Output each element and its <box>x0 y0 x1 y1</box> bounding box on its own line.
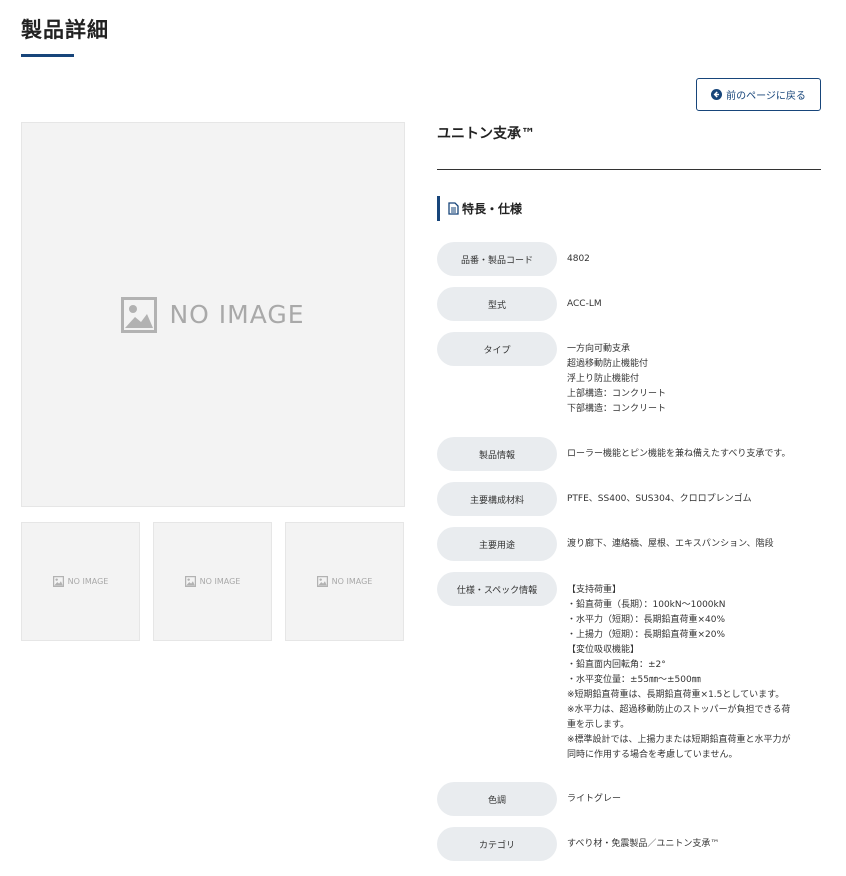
spec-value-line: 超過移動防止機能付 <box>567 359 649 369</box>
spec-row-type: タイプ 一方向可動支承 超過移動防止機能付 浮上り防止機能付 上部構造：コンクリ… <box>437 332 825 417</box>
spec-value: ライトグレー <box>567 782 825 816</box>
spec-label: カテゴリ <box>437 827 557 861</box>
spec-row-product-code: 品番・製品コード 4802 <box>437 242 825 276</box>
spec-label: 仕様・スペック情報 <box>437 572 557 606</box>
divider <box>437 169 821 170</box>
spec-value-line: ・鉛直面内回転角：±2° <box>567 660 666 670</box>
spec-row-product-info: 製品情報 ローラー機能とピン機能を兼ね備えたすべり支承です。 <box>437 437 825 471</box>
thumbnail-text: NO IMAGE <box>199 577 241 586</box>
spec-value-line: ACC-LM <box>567 298 602 309</box>
spec-value: 渡り廊下、連絡橋、屋根、エキスパンション、階段 <box>567 527 825 561</box>
spec-value-line: ※水平力は、超過移動防止のストッパーが負担できる荷 <box>567 705 791 715</box>
image-icon <box>121 296 158 333</box>
spec-value: ACC-LM <box>567 287 825 321</box>
spec-value-line: 【支持荷重】 <box>567 585 622 595</box>
spec-value-line: 一方向可動支承 <box>567 344 631 354</box>
spec-value-line: すべり材・免震製品／ユニトン支承™ <box>567 838 720 849</box>
thumbnail-1[interactable]: NO IMAGE <box>21 522 140 641</box>
thumbnail-3[interactable]: NO IMAGE <box>285 522 404 641</box>
spec-label: 主要用途 <box>437 527 557 561</box>
spec-label: 色調 <box>437 782 557 816</box>
spec-value-line: ・上揚力（短期）：長期鉛直荷重×20% <box>567 630 726 640</box>
spec-label: タイプ <box>437 332 557 366</box>
no-image-text: NO IMAGE <box>169 300 305 329</box>
spec-value-line: 渡り廊下、連絡橋、屋根、エキスパンション、階段 <box>567 538 774 549</box>
spec-value: 4802 <box>567 242 825 276</box>
spec-value: すべり材・免震製品／ユニトン支承™ <box>567 827 825 861</box>
back-button[interactable]: 前のページに戻る <box>696 78 821 111</box>
spec-value-line: 4802 <box>567 253 590 264</box>
image-icon <box>184 576 196 587</box>
spec-value-line: 同時に作用する場合を考慮していません。 <box>567 750 738 760</box>
section-heading-label: 特長・仕様 <box>462 202 523 216</box>
spec-value-line: ローラー機能とピン機能を兼ね備えたすべり支承です。 <box>567 448 791 459</box>
spec-value-line: 下部構造：コンクリート <box>567 404 667 414</box>
title-underline <box>21 54 74 57</box>
spec-label: 品番・製品コード <box>437 242 557 276</box>
spec-value: 【支持荷重】 ・鉛直荷重（長期）：100kN〜1000kN ・水平力（短期）：長… <box>567 572 825 763</box>
spec-row-specifications: 仕様・スペック情報 【支持荷重】 ・鉛直荷重（長期）：100kN〜1000kN … <box>437 572 825 763</box>
spec-value: ローラー機能とピン機能を兼ね備えたすべり支承です。 <box>567 437 825 471</box>
spec-value-line: ライトグレー <box>567 793 622 804</box>
thumbnail-2[interactable]: NO IMAGE <box>153 522 272 641</box>
section-heading: 特長・仕様 <box>437 196 522 221</box>
spec-value-line: ・水平変位量：±55㎜〜±500㎜ <box>567 675 701 685</box>
spec-label: 製品情報 <box>437 437 557 471</box>
spec-value-line: 【変位吸収機能】 <box>567 645 640 655</box>
main-product-image: NO IMAGE <box>21 122 405 507</box>
spec-value-line: 浮上り防止機能付 <box>567 374 640 384</box>
spec-row-color: 色調 ライトグレー <box>437 782 825 816</box>
arrow-circle-left-icon <box>711 89 723 100</box>
back-button-label: 前のページに戻る <box>726 91 806 102</box>
spec-row-uses: 主要用途 渡り廊下、連絡橋、屋根、エキスパンション、階段 <box>437 527 825 561</box>
page-title: 製品詳細 <box>21 18 109 42</box>
spec-row-category: カテゴリ すべり材・免震製品／ユニトン支承™ <box>437 827 825 861</box>
spec-label: 主要構成材料 <box>437 482 557 516</box>
spec-value-line: ※標準設計では、上揚力または短期鉛直荷重と水平力が <box>567 735 791 745</box>
product-name: ユニトン支承™ <box>437 126 535 142</box>
spec-value: 一方向可動支承 超過移動防止機能付 浮上り防止機能付 上部構造：コンクリート 下… <box>567 332 825 417</box>
spec-value-line: ・水平力（短期）：長期鉛直荷重×40% <box>567 615 726 625</box>
thumbnail-text: NO IMAGE <box>67 577 109 586</box>
spec-label: 型式 <box>437 287 557 321</box>
image-icon <box>52 576 64 587</box>
document-icon <box>448 202 459 215</box>
no-image-placeholder: NO IMAGE <box>121 296 305 333</box>
image-icon <box>316 576 328 587</box>
spec-row-model: 型式 ACC-LM <box>437 287 825 321</box>
thumbnail-text: NO IMAGE <box>331 577 373 586</box>
spec-value-line: 重を示します。 <box>567 720 630 730</box>
spec-value-line: PTFE、SS400、SUS304、クロロプレンゴム <box>567 493 752 504</box>
spec-value-line: 上部構造：コンクリート <box>567 389 667 399</box>
spec-value: PTFE、SS400、SUS304、クロロプレンゴム <box>567 482 825 516</box>
spec-value-line: ※短期鉛直荷重は、長期鉛直荷重×1.5としています。 <box>567 690 785 700</box>
spec-value-line: ・鉛直荷重（長期）：100kN〜1000kN <box>567 600 726 610</box>
spec-row-materials: 主要構成材料 PTFE、SS400、SUS304、クロロプレンゴム <box>437 482 825 516</box>
